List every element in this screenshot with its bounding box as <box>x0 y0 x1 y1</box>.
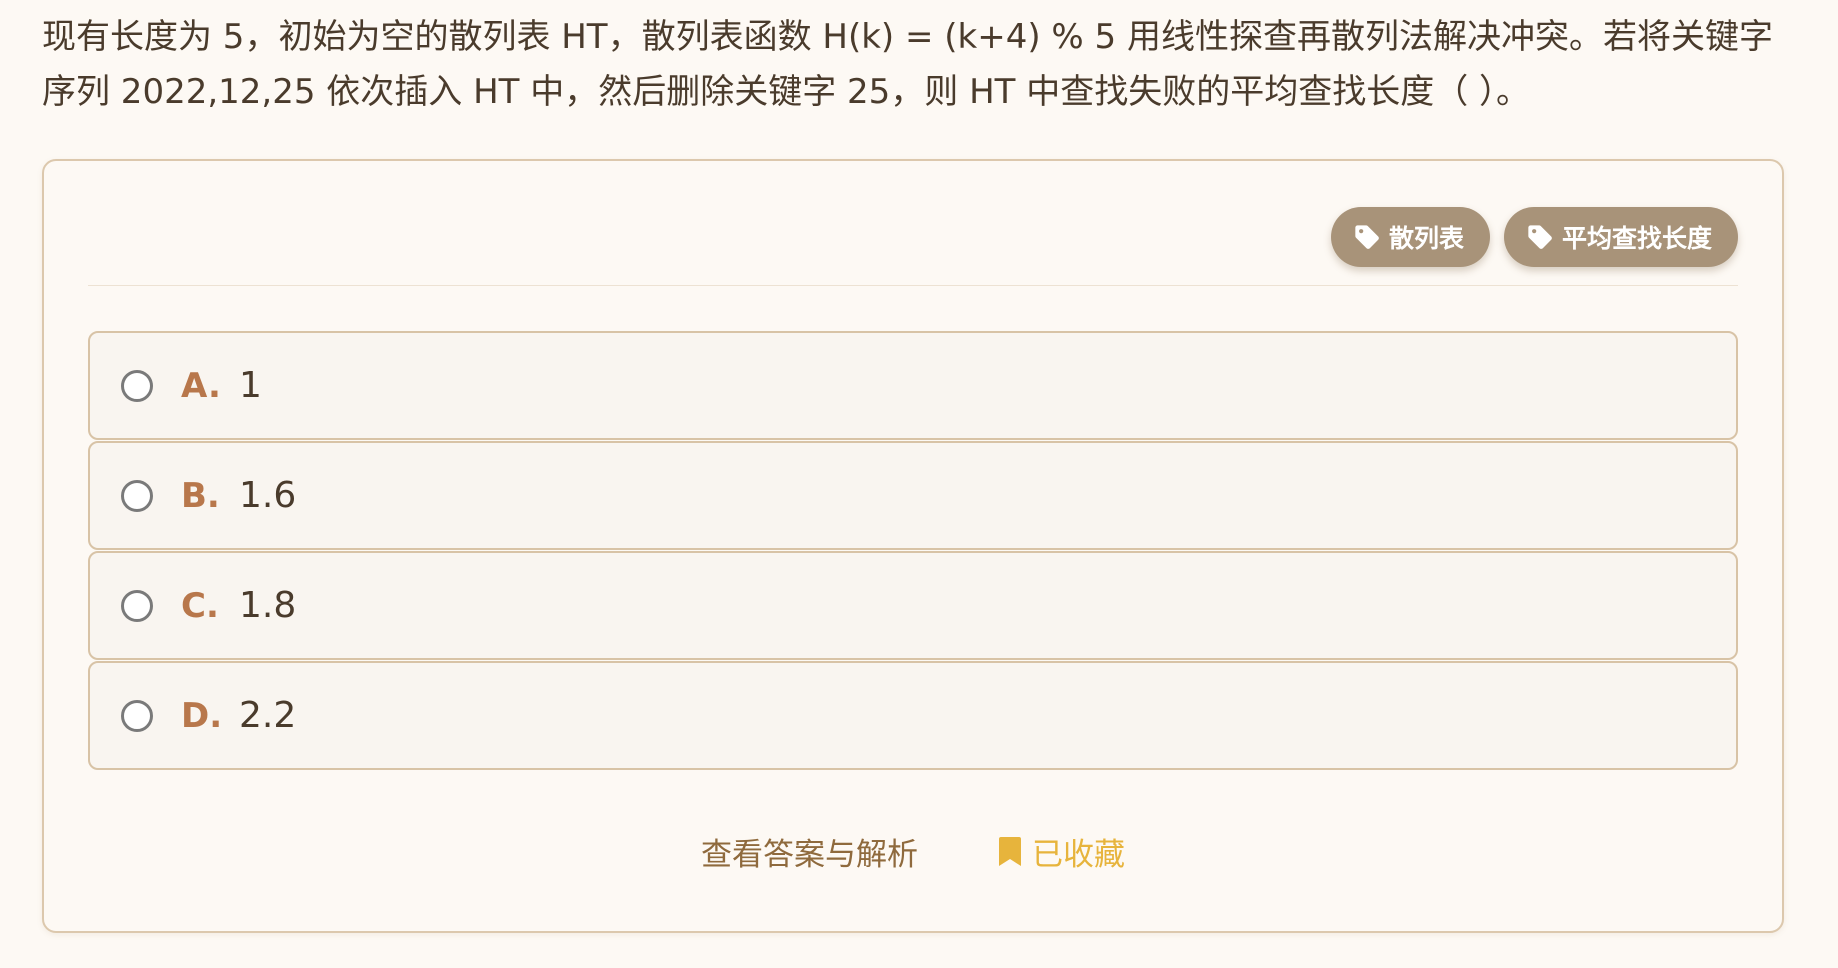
favorite-label: 已收藏 <box>1032 837 1125 873</box>
bookmark-icon <box>998 836 1022 868</box>
tag-label: 平均查找长度 <box>1561 224 1712 253</box>
tag-hash-table[interactable]: 散列表 <box>1330 207 1490 267</box>
option-value: 1.6 <box>239 475 297 516</box>
radio-button[interactable] <box>121 479 153 512</box>
option-letter: C. <box>181 585 219 626</box>
view-answer-link[interactable]: 查看答案与解析 <box>701 829 918 874</box>
option-value: 1.8 <box>239 585 297 626</box>
option-letter: D. <box>181 695 223 736</box>
option-a[interactable]: A. 1 <box>88 331 1738 440</box>
tag-icon <box>1526 223 1554 251</box>
divider <box>88 285 1738 286</box>
tag-label: 散列表 <box>1388 224 1464 253</box>
option-value: 1 <box>239 365 262 406</box>
option-b[interactable]: B. 1.6 <box>88 441 1738 550</box>
option-value: 2.2 <box>239 695 297 736</box>
option-list: A. 1 B. 1.6 C. 1.8 D. 2.2 <box>88 331 1738 771</box>
action-bar: 查看答案与解析 已收藏 <box>44 829 1782 874</box>
tag-average-search-length[interactable]: 平均查找长度 <box>1503 207 1738 267</box>
radio-button[interactable] <box>121 699 153 732</box>
option-letter: B. <box>181 475 220 516</box>
option-d[interactable]: D. 2.2 <box>88 661 1738 770</box>
option-c[interactable]: C. 1.8 <box>88 551 1738 660</box>
option-letter: A. <box>181 365 221 406</box>
tag-icon <box>1353 223 1381 251</box>
radio-button[interactable] <box>121 369 153 402</box>
favorite-button[interactable]: 已收藏 <box>998 829 1125 874</box>
tag-list: 散列表 平均查找长度 <box>1330 207 1738 267</box>
radio-button[interactable] <box>121 589 153 622</box>
question-text: 现有长度为 5，初始为空的散列表 HT，散列表函数 H(k) = (k+4) %… <box>42 17 1773 112</box>
question-card: 散列表 平均查找长度 A. 1 B. 1.6 C. 1.8 D. 2.2 查看答… <box>42 159 1784 933</box>
